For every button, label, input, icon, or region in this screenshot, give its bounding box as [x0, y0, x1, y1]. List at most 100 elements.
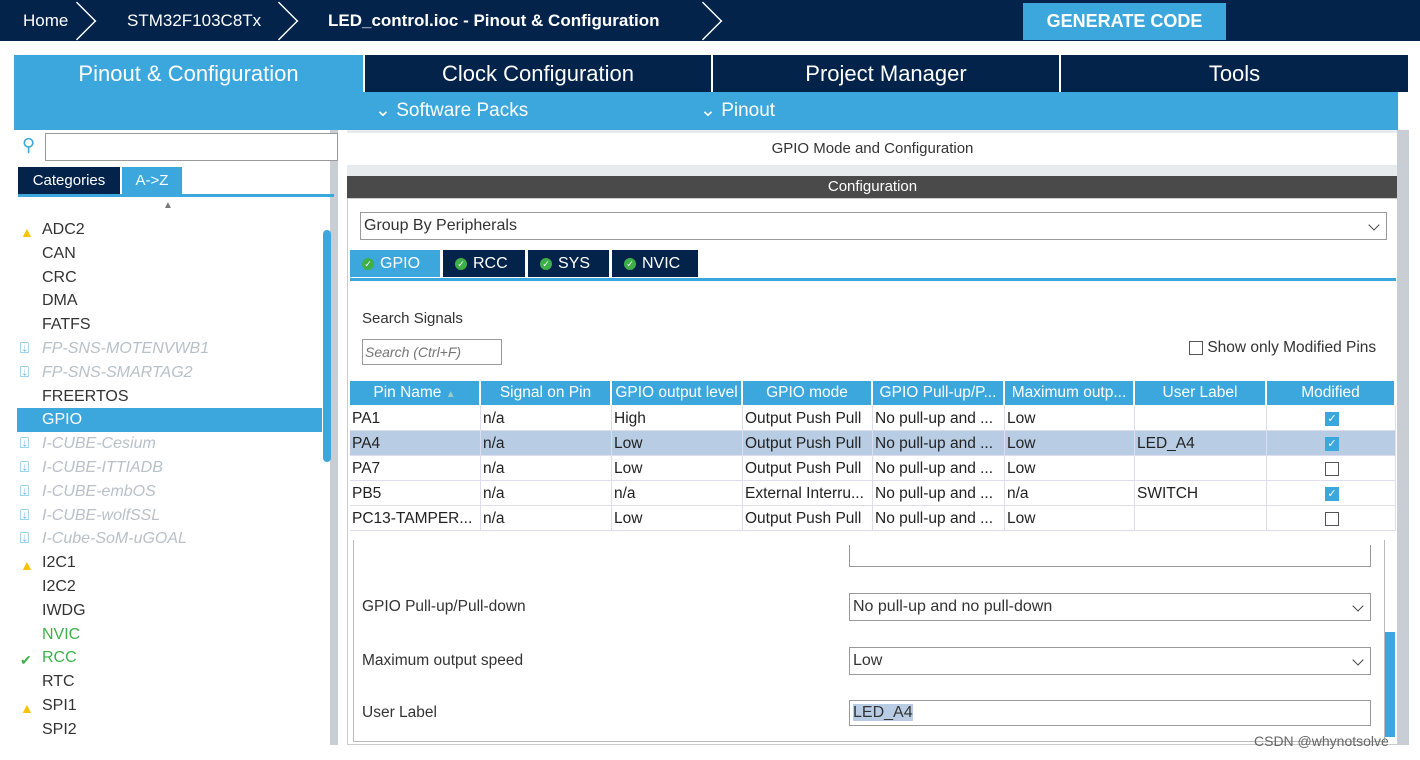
- modified-checkbox[interactable]: ✓: [1325, 436, 1339, 451]
- tab-nvic[interactable]: ✓ NVIC: [612, 250, 700, 277]
- table-cell[interactable]: Output Push Pull: [743, 406, 873, 431]
- table-cell[interactable]: n/a: [481, 431, 612, 456]
- column-header[interactable]: GPIO Pull-up/P...: [873, 381, 1005, 405]
- sidebar-item[interactable]: ✔ RCC: [17, 646, 322, 670]
- table-cell[interactable]: Output Push Pull: [743, 431, 873, 456]
- group-by-select[interactable]: Group By Peripherals: [360, 212, 1387, 240]
- search-signals-input[interactable]: [362, 339, 502, 365]
- table-cell[interactable]: No pull-up and ...: [873, 456, 1005, 481]
- table-cell[interactable]: PA4: [350, 431, 481, 456]
- tab-a-z[interactable]: A->Z: [122, 167, 182, 194]
- sidebar-item[interactable]: ⍗ I-CUBE-ITTIADB: [17, 456, 322, 480]
- table-cell[interactable]: n/a: [481, 506, 612, 531]
- sidebar-item[interactable]: ⍗ FP-SNS-MOTENVWB1: [17, 337, 322, 361]
- sidebar-item[interactable]: NVIC: [17, 623, 322, 647]
- column-header[interactable]: GPIO mode: [743, 381, 873, 405]
- table-cell[interactable]: ✓: [1267, 431, 1396, 456]
- table-cell[interactable]: No pull-up and ...: [873, 406, 1005, 431]
- sidebar-item[interactable]: ▲ ADC2: [17, 218, 322, 242]
- table-cell[interactable]: Low: [1005, 456, 1135, 481]
- detail-scrollbar[interactable]: [1385, 632, 1395, 737]
- sidebar-scrollbar[interactable]: [323, 230, 331, 462]
- sidebar-item[interactable]: ⍗ FP-SNS-SMARTAG2: [17, 361, 322, 385]
- sidebar-search-input[interactable]: [45, 133, 338, 161]
- modified-checkbox[interactable]: [1325, 511, 1339, 526]
- table-cell[interactable]: PA1: [350, 406, 481, 431]
- tab-project-manager[interactable]: Project Manager: [713, 55, 1059, 92]
- panel-splitter[interactable]: [1397, 130, 1409, 745]
- user-label-input[interactable]: LED_A4: [849, 700, 1371, 726]
- table-cell[interactable]: n/a: [481, 406, 612, 431]
- table-cell[interactable]: PC13-TAMPER...: [350, 506, 481, 531]
- tab-pinout-configuration[interactable]: Pinout & Configuration: [14, 55, 363, 92]
- table-cell[interactable]: PB5: [350, 481, 481, 506]
- sidebar-item[interactable]: GPIO: [17, 408, 322, 433]
- breadcrumb-device[interactable]: STM32F103C8Tx: [127, 0, 261, 42]
- pinout-menu[interactable]: ⌄ Pinout: [700, 92, 775, 130]
- table-cell[interactable]: [1135, 506, 1267, 531]
- table-cell[interactable]: [1267, 506, 1396, 531]
- sidebar-item[interactable]: CAN: [17, 242, 322, 266]
- pull-select[interactable]: No pull-up and no pull-down: [849, 593, 1371, 621]
- table-cell[interactable]: n/a: [1005, 481, 1135, 506]
- modified-checkbox[interactable]: ✓: [1325, 411, 1339, 426]
- table-cell[interactable]: Low: [1005, 431, 1135, 456]
- table-cell[interactable]: PA7: [350, 456, 481, 481]
- tab-tools[interactable]: Tools: [1061, 55, 1408, 92]
- table-cell[interactable]: Low: [1005, 406, 1135, 431]
- modified-checkbox[interactable]: ✓: [1325, 486, 1339, 501]
- table-cell[interactable]: No pull-up and ...: [873, 481, 1005, 506]
- generate-code-button[interactable]: GENERATE CODE: [1023, 3, 1226, 40]
- table-cell[interactable]: ✓: [1267, 481, 1396, 506]
- sidebar-item[interactable]: ⍗ I-CUBE-embOS: [17, 480, 322, 504]
- sidebar-item[interactable]: ⍗ I-CUBE-Cesium: [17, 432, 322, 456]
- sidebar-item[interactable]: IWDG: [17, 599, 322, 623]
- table-cell[interactable]: Low: [612, 506, 743, 531]
- table-cell[interactable]: n/a: [481, 481, 612, 506]
- sidebar-item[interactable]: FATFS: [17, 313, 322, 337]
- sidebar-item[interactable]: ⍗ I-Cube-SoM-uGOAL: [17, 527, 322, 551]
- sidebar-item[interactable]: CRC: [17, 266, 322, 290]
- table-cell[interactable]: Output Push Pull: [743, 456, 873, 481]
- speed-select[interactable]: Low: [849, 647, 1371, 675]
- sidebar-item[interactable]: ▲ SPI1: [17, 694, 322, 718]
- table-cell[interactable]: No pull-up and ...: [873, 506, 1005, 531]
- software-packs-menu[interactable]: ⌄ Software Packs: [375, 92, 528, 130]
- tab-clock-configuration[interactable]: Clock Configuration: [365, 55, 711, 92]
- column-header[interactable]: Signal on Pin: [481, 381, 612, 405]
- table-cell[interactable]: [1135, 406, 1267, 431]
- show-modified-checkbox[interactable]: Show only Modified Pins: [1189, 339, 1376, 357]
- checkbox[interactable]: [1189, 340, 1203, 355]
- modified-checkbox[interactable]: [1325, 461, 1339, 476]
- tab-sys[interactable]: ✓ SYS: [528, 250, 611, 277]
- table-cell[interactable]: Low: [1005, 506, 1135, 531]
- table-cell[interactable]: n/a: [481, 456, 612, 481]
- breadcrumb-file[interactable]: LED_control.ioc - Pinout & Configuration: [328, 0, 659, 42]
- column-header[interactable]: Maximum outp...: [1005, 381, 1135, 405]
- table-cell[interactable]: SWITCH: [1135, 481, 1267, 506]
- sidebar-item[interactable]: ▲ I2C1: [17, 551, 322, 575]
- sidebar-item[interactable]: DMA: [17, 289, 322, 313]
- table-cell[interactable]: External Interru...: [743, 481, 873, 506]
- sidebar-item[interactable]: ⍗ I-CUBE-wolfSSL: [17, 504, 322, 528]
- sidebar-item[interactable]: I2C2: [17, 575, 322, 599]
- column-header[interactable]: User Label: [1135, 381, 1267, 405]
- table-cell[interactable]: Low: [612, 431, 743, 456]
- prev-field[interactable]: [849, 545, 1371, 567]
- table-cell[interactable]: Output Push Pull: [743, 506, 873, 531]
- sidebar-item[interactable]: RTC: [17, 670, 322, 694]
- tab-gpio[interactable]: ✓ GPIO: [350, 250, 442, 277]
- table-cell[interactable]: LED_A4: [1135, 431, 1267, 456]
- table-cell[interactable]: n/a: [612, 481, 743, 506]
- table-cell[interactable]: [1135, 456, 1267, 481]
- tab-rcc[interactable]: ✓ RCC: [443, 250, 527, 277]
- column-header[interactable]: GPIO output level: [612, 381, 743, 405]
- sort-icon[interactable]: ▲: [163, 200, 173, 211]
- tab-categories[interactable]: Categories: [18, 167, 120, 194]
- table-cell[interactable]: No pull-up and ...: [873, 431, 1005, 456]
- sidebar-item[interactable]: FREERTOS: [17, 385, 322, 409]
- column-header[interactable]: Pin Name ▲: [350, 381, 481, 405]
- table-cell[interactable]: High: [612, 406, 743, 431]
- sidebar-item[interactable]: SPI2: [17, 718, 322, 742]
- column-header[interactable]: Modified: [1267, 381, 1396, 405]
